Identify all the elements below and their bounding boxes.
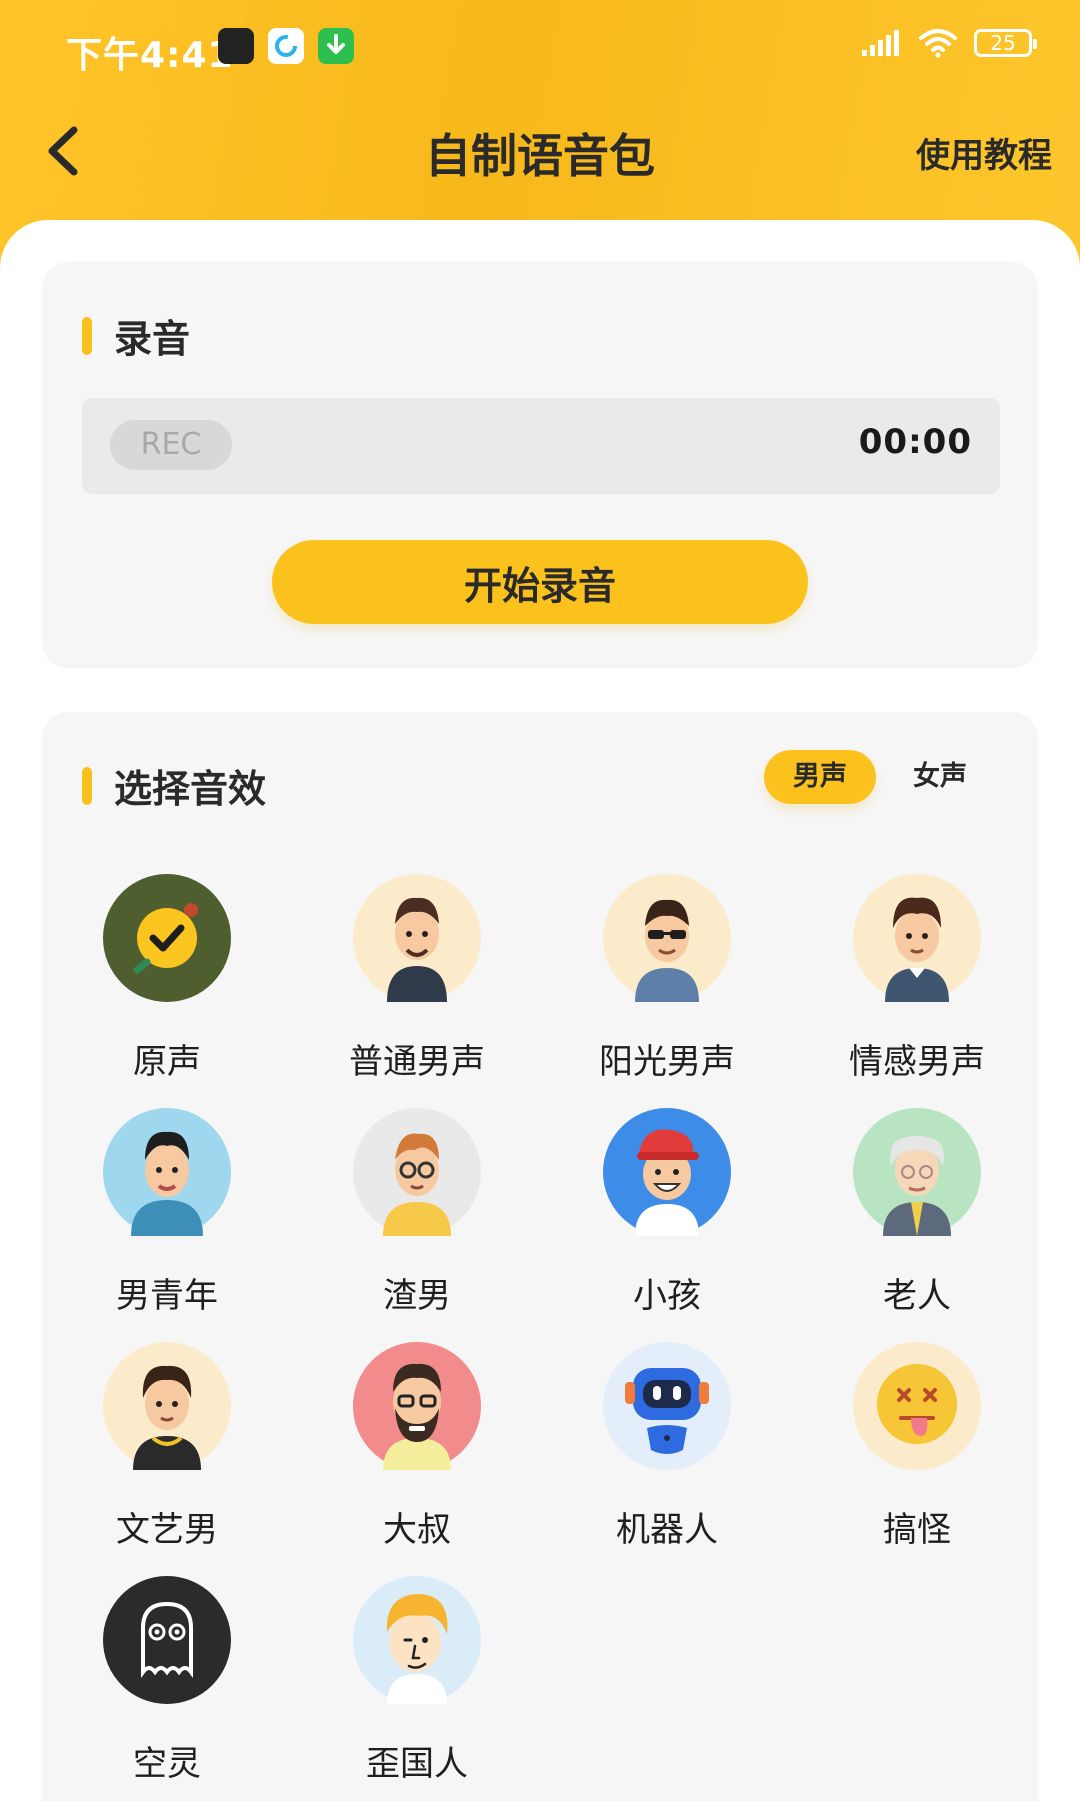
young-man-icon <box>103 1108 231 1236</box>
tab-female-voice[interactable]: 女声 <box>884 750 996 804</box>
effect-item-ghost[interactable]: 空灵 <box>42 1576 292 1796</box>
effect-label: 小孩 <box>633 1276 701 1316</box>
effect-item-emotional-male[interactable]: 情感男声 <box>792 874 1042 1094</box>
record-section-header: 录音 <box>82 308 190 363</box>
effect-label: 阳光男声 <box>599 1042 735 1082</box>
battery-icon: 25 <box>974 29 1037 57</box>
back-button[interactable] <box>30 116 100 186</box>
funny-face-icon <box>853 1342 981 1470</box>
emotional-male-icon <box>853 874 981 1002</box>
effect-item-robot[interactable]: 机器人 <box>542 1342 792 1562</box>
navigation-bar: 自制语音包 使用教程 <box>0 96 1080 206</box>
effect-label: 搞怪 <box>883 1510 951 1550</box>
effect-item-original[interactable]: 原声 <box>42 874 292 1094</box>
effect-label: 空灵 <box>133 1744 201 1784</box>
status-indicators: 25 <box>860 28 1037 58</box>
artsy-man-icon <box>103 1342 231 1470</box>
effect-item-old-man[interactable]: 老人 <box>792 1108 1042 1328</box>
ordinary-male-icon <box>353 874 481 1002</box>
effect-item-ordinary-male[interactable]: 普通男声 <box>292 874 542 1094</box>
effect-item-uncle[interactable]: 大叔 <box>292 1342 542 1562</box>
effect-item-playboy[interactable]: 渣男 <box>292 1108 542 1328</box>
download-app-icon <box>318 28 354 64</box>
foreigner-icon <box>353 1576 481 1704</box>
effects-section-header: 选择音效 <box>82 758 266 813</box>
effect-item-child[interactable]: 小孩 <box>542 1108 792 1328</box>
recording-timer: 00:00 <box>858 422 972 462</box>
child-icon <box>603 1108 731 1236</box>
section-accent-bar <box>82 766 92 805</box>
robot-icon <box>603 1342 731 1470</box>
tab-male-voice[interactable]: 男声 <box>764 750 876 804</box>
sunny-male-icon <box>603 874 731 1002</box>
effect-label: 文艺男 <box>116 1510 218 1550</box>
refresh-app-icon <box>268 28 304 64</box>
effect-item-foreigner[interactable]: 歪国人 <box>292 1576 542 1796</box>
chevron-left-icon <box>48 126 78 176</box>
old-man-icon <box>853 1108 981 1236</box>
record-section-title: 录音 <box>114 317 191 361</box>
effect-item-sunny-male[interactable]: 阳光男声 <box>542 874 792 1094</box>
effect-label: 情感男声 <box>849 1042 985 1082</box>
original-voice-icon <box>103 874 231 1002</box>
playboy-icon <box>353 1108 481 1236</box>
effect-item-funny-face[interactable]: 搞怪 <box>792 1342 1042 1562</box>
effect-label: 渣男 <box>383 1276 451 1316</box>
effects-section-title: 选择音效 <box>114 767 267 811</box>
effect-label: 大叔 <box>383 1510 451 1550</box>
status-time: 下午4:41 <box>66 35 234 76</box>
recording-display: REC 00:00 <box>82 398 1000 494</box>
start-recording-button[interactable]: 开始录音 <box>272 540 808 624</box>
effect-label: 普通男声 <box>349 1042 485 1082</box>
status-bar: 下午4:41 25 <box>0 0 1080 96</box>
wifi-icon <box>919 29 957 58</box>
ghost-icon <box>103 1576 231 1704</box>
effect-label: 歪国人 <box>366 1744 468 1784</box>
uncle-icon <box>353 1342 481 1470</box>
effect-item-young-man[interactable]: 男青年 <box>42 1108 292 1328</box>
signal-icon <box>862 30 899 56</box>
effect-label: 老人 <box>883 1276 951 1316</box>
effect-label: 男青年 <box>116 1276 218 1316</box>
effect-item-artsy-man[interactable]: 文艺男 <box>42 1342 292 1562</box>
record-card: 录音 REC 00:00 开始录音 <box>42 262 1038 668</box>
game-app-icon <box>218 28 254 64</box>
effect-label: 机器人 <box>616 1510 718 1550</box>
gender-toggle: 男声 女声 <box>764 750 996 804</box>
tutorial-link[interactable]: 使用教程 <box>916 128 1052 177</box>
section-accent-bar <box>82 316 92 355</box>
rec-badge: REC <box>110 420 232 470</box>
effects-card: 选择音效 男声 女声 原声 普通男声 阳光男声 情感男声 男青年 渣男 小孩 老… <box>42 712 1038 1801</box>
effect-label: 原声 <box>133 1042 201 1082</box>
